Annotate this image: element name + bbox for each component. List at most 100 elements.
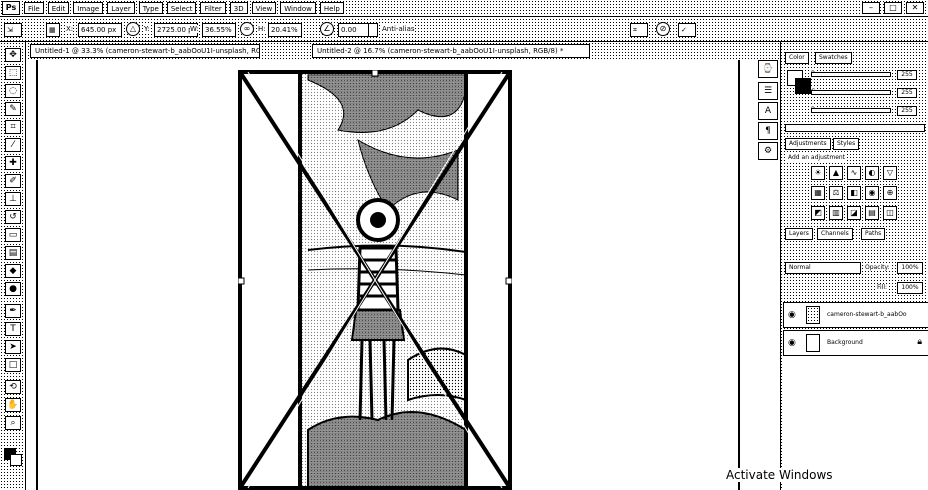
menu-layer[interactable]: Layer [107, 2, 135, 14]
color-balance-adjustment-icon[interactable]: ⚖ [829, 186, 843, 200]
shape-tool-icon[interactable]: □ [5, 358, 21, 372]
marquee-tool-icon[interactable]: ⬚ [5, 66, 21, 80]
hue-saturation-adjustment-icon[interactable]: ▦ [811, 186, 825, 200]
black-white-adjustment-icon[interactable]: ◧ [847, 186, 861, 200]
document-canvas[interactable] [237, 69, 513, 490]
width-field[interactable]: 36.55% [202, 23, 236, 37]
cancel-transform-icon[interactable]: ⊘ [656, 22, 670, 36]
x-position-field[interactable]: 645.00 px [78, 23, 122, 37]
color-spectrum-bar[interactable] [785, 124, 925, 132]
exposure-adjustment-icon[interactable]: ◐ [865, 166, 879, 180]
photo-with-transform-box [237, 69, 513, 490]
menu-edit[interactable]: Edit [47, 2, 70, 14]
tab-paths[interactable]: Paths [861, 228, 886, 240]
eye-icon[interactable]: ◉ [788, 310, 798, 320]
menu-bar: Ps File Edit Image Layer Type Select Fil… [0, 0, 928, 16]
tab-untitled-1[interactable]: Untitled-1 @ 33.3% (cameron-stewart-b_aa… [30, 44, 260, 58]
menu-file[interactable]: File [24, 2, 44, 14]
link-icon[interactable]: ∞ [240, 22, 254, 36]
character-panel-icon[interactable]: A [758, 102, 778, 120]
layer-row[interactable]: ◉ Background 🔒︎ [783, 330, 928, 356]
type-tool-icon[interactable]: T [5, 322, 21, 336]
gradient-map-adjustment-icon[interactable]: ▤ [865, 206, 879, 220]
healing-brush-tool-icon[interactable]: ✚ [5, 156, 21, 170]
channel-mixer-adjustment-icon[interactable]: ⊕ [883, 186, 897, 200]
eraser-tool-icon[interactable]: ▭ [5, 228, 21, 242]
height-field[interactable]: 20.41% [268, 23, 302, 37]
clone-stamp-tool-icon[interactable]: ⊥ [5, 192, 21, 206]
quick-select-tool-icon[interactable]: ✎ [5, 102, 21, 116]
warp-mode-icon[interactable]: ⌗ [630, 23, 648, 37]
threshold-adjustment-icon[interactable]: ◪ [847, 206, 861, 220]
green-slider[interactable] [811, 90, 891, 95]
tab-layers[interactable]: Layers [785, 228, 813, 240]
blue-slider[interactable] [811, 108, 891, 113]
photoshop-logo: Ps [2, 1, 20, 15]
pen-tool-icon[interactable]: ✒ [5, 304, 21, 318]
eye-icon[interactable]: ◉ [788, 338, 798, 348]
paragraph-panel-icon[interactable]: ¶ [758, 122, 778, 140]
brightness-adjustment-icon[interactable]: ☀ [811, 166, 825, 180]
transform-tool-icon[interactable]: ⇲ [4, 23, 22, 37]
selective-color-adjustment-icon[interactable]: ◫ [883, 206, 897, 220]
properties-panel-icon[interactable]: ☰ [758, 82, 778, 100]
brush-tool-icon[interactable]: ✐ [5, 174, 21, 188]
close-button[interactable]: ✕ [906, 2, 924, 14]
tool-presets-panel-icon[interactable]: ⚙ [758, 142, 778, 160]
red-value[interactable]: 255 [897, 70, 917, 80]
red-slider[interactable] [811, 72, 891, 77]
menu-3d[interactable]: 3D [229, 2, 248, 14]
menu-help[interactable]: Help [319, 2, 344, 14]
tab-channels[interactable]: Channels [817, 228, 853, 240]
link-position-icon[interactable]: △ [126, 22, 140, 36]
commit-transform-icon[interactable]: ✓ [678, 23, 696, 37]
reference-point-icon[interactable]: ▦ [46, 23, 60, 37]
tab-color[interactable]: Color [785, 52, 809, 64]
antialias-checkbox[interactable] [368, 23, 378, 37]
angle-field[interactable]: 0.00 [338, 23, 370, 37]
posterize-adjustment-icon[interactable]: ▥ [829, 206, 843, 220]
menu-window[interactable]: Window [280, 2, 316, 14]
tab-swatches[interactable]: Swatches [815, 52, 852, 64]
dodge-tool-icon[interactable]: ● [5, 282, 21, 296]
background-color-swatch[interactable] [10, 454, 22, 466]
eyedropper-tool-icon[interactable]: ⁄ [5, 138, 21, 152]
menu-image[interactable]: Image [73, 2, 104, 14]
3d-rotate-tool-icon[interactable]: ⟲ [5, 380, 21, 394]
zoom-tool-icon[interactable]: ⌕ [5, 416, 21, 430]
lasso-tool-icon[interactable]: ◌ [5, 84, 21, 98]
w-label: W: [190, 25, 199, 33]
layer-row[interactable]: ◉ cameron-stewart-b_aabOo [783, 302, 928, 328]
vibrance-adjustment-icon[interactable]: ▽ [883, 166, 897, 180]
opacity-label: Opacity: [865, 264, 890, 271]
photo-filter-adjustment-icon[interactable]: ◉ [865, 186, 879, 200]
opacity-field[interactable]: 100% [897, 262, 923, 274]
move-tool-icon[interactable]: ✥ [5, 48, 21, 62]
tab-styles[interactable]: Styles [833, 138, 860, 150]
color-background-swatch[interactable] [795, 78, 811, 94]
fill-field[interactable]: 100% [897, 282, 923, 294]
minimize-button[interactable]: – [862, 2, 880, 14]
blur-tool-icon[interactable]: ◆ [5, 264, 21, 278]
menu-type[interactable]: Type [138, 2, 163, 14]
maximize-button[interactable]: □ [884, 2, 902, 14]
fill-label: Fill: [877, 284, 888, 291]
path-selection-tool-icon[interactable]: ➤ [5, 340, 21, 354]
menu-filter[interactable]: Filter [200, 2, 226, 14]
curves-adjustment-icon[interactable]: ∿ [847, 166, 861, 180]
hand-tool-icon[interactable]: ✋ [5, 398, 21, 412]
history-panel-icon[interactable]: ⌚ [758, 60, 778, 78]
invert-adjustment-icon[interactable]: ◩ [811, 206, 825, 220]
blue-value[interactable]: 255 [897, 106, 917, 116]
levels-adjustment-icon[interactable]: ▲ [829, 166, 843, 180]
menu-view[interactable]: View [251, 2, 277, 14]
tab-untitled-2[interactable]: Untitled-2 @ 16.7% (cameron-stewart-b_aa… [312, 44, 590, 58]
canvas-workspace [26, 60, 780, 490]
menu-select[interactable]: Select [166, 2, 197, 14]
blend-mode-select[interactable]: Normal [785, 262, 861, 274]
history-brush-tool-icon[interactable]: ↺ [5, 210, 21, 224]
tab-adjustments[interactable]: Adjustments [785, 138, 831, 150]
gradient-tool-icon[interactable]: ▤ [5, 246, 21, 260]
green-value[interactable]: 255 [897, 88, 917, 98]
crop-tool-icon[interactable]: ⌗ [5, 120, 21, 134]
